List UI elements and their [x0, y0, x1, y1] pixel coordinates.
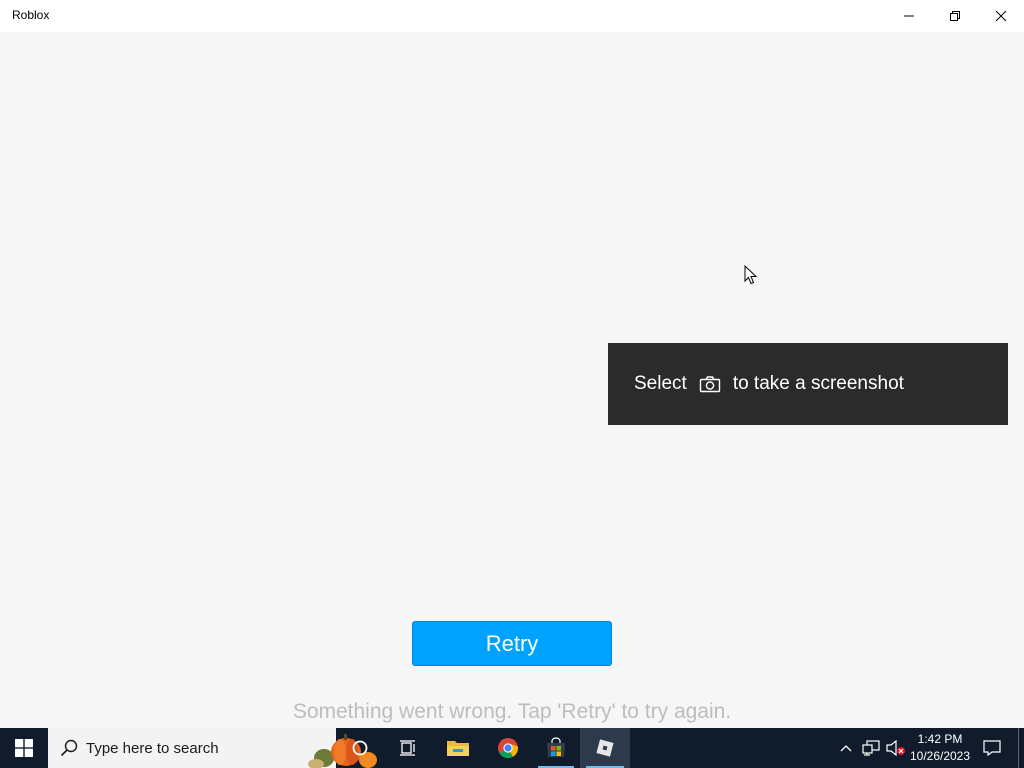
- minimize-button[interactable]: [886, 0, 932, 32]
- search-input[interactable]: [86, 739, 246, 757]
- restore-icon: [950, 11, 960, 21]
- title-bar[interactable]: Roblox: [0, 0, 1024, 32]
- toast-text-after: to take a screenshot: [732, 373, 904, 394]
- clock-date: 10/26/2023: [909, 749, 971, 763]
- volume-muted-icon: [886, 740, 905, 756]
- window-title: Roblox: [12, 8, 50, 22]
- retry-button[interactable]: Retry: [412, 621, 612, 666]
- mouse-cursor-icon: [744, 265, 758, 285]
- show-hidden-icons-button[interactable]: [836, 728, 856, 768]
- taskbar: 1:42 PM 10/26/2023: [0, 728, 1024, 768]
- microsoft-store-button[interactable]: [532, 728, 580, 768]
- chevron-up-icon: [840, 745, 852, 752]
- show-desktop-button[interactable]: [1018, 728, 1019, 768]
- camera-icon: [699, 376, 721, 393]
- task-view-button[interactable]: [384, 728, 432, 768]
- network-button[interactable]: [860, 728, 882, 768]
- close-button[interactable]: [978, 0, 1024, 32]
- chrome-button[interactable]: [484, 728, 532, 768]
- taskbar-clock[interactable]: 1:42 PM 10/26/2023: [906, 731, 974, 767]
- roblox-icon: [596, 739, 614, 757]
- taskbar-search-box[interactable]: [48, 728, 377, 768]
- roblox-window: Roblox Select to take a screenshot Retry…: [0, 0, 1024, 728]
- action-center-button[interactable]: [976, 728, 1008, 768]
- windows-logo-icon: [15, 739, 33, 757]
- network-icon: [862, 740, 880, 756]
- cortana-button[interactable]: [336, 728, 384, 768]
- start-button[interactable]: [0, 728, 48, 768]
- toast-text-before: Select: [634, 373, 687, 394]
- file-explorer-icon: [447, 741, 469, 756]
- task-view-icon: [400, 740, 415, 756]
- notification-icon: [983, 740, 1001, 756]
- clock-time: 1:42 PM: [917, 732, 963, 746]
- restore-button[interactable]: [932, 0, 978, 32]
- volume-button[interactable]: [884, 728, 908, 768]
- error-message: Something went wrong. Tap 'Retry' to try…: [292, 700, 732, 723]
- minimize-icon: [904, 15, 914, 17]
- roblox-taskbar-button[interactable]: [580, 728, 630, 768]
- chrome-icon: [498, 738, 519, 759]
- search-icon: [60, 739, 78, 757]
- close-icon: [995, 10, 1007, 22]
- screenshot-toast: Select to take a screenshot: [608, 343, 1008, 425]
- file-explorer-button[interactable]: [432, 728, 484, 768]
- cortana-icon: [352, 740, 368, 756]
- microsoft-store-icon: [547, 737, 565, 757]
